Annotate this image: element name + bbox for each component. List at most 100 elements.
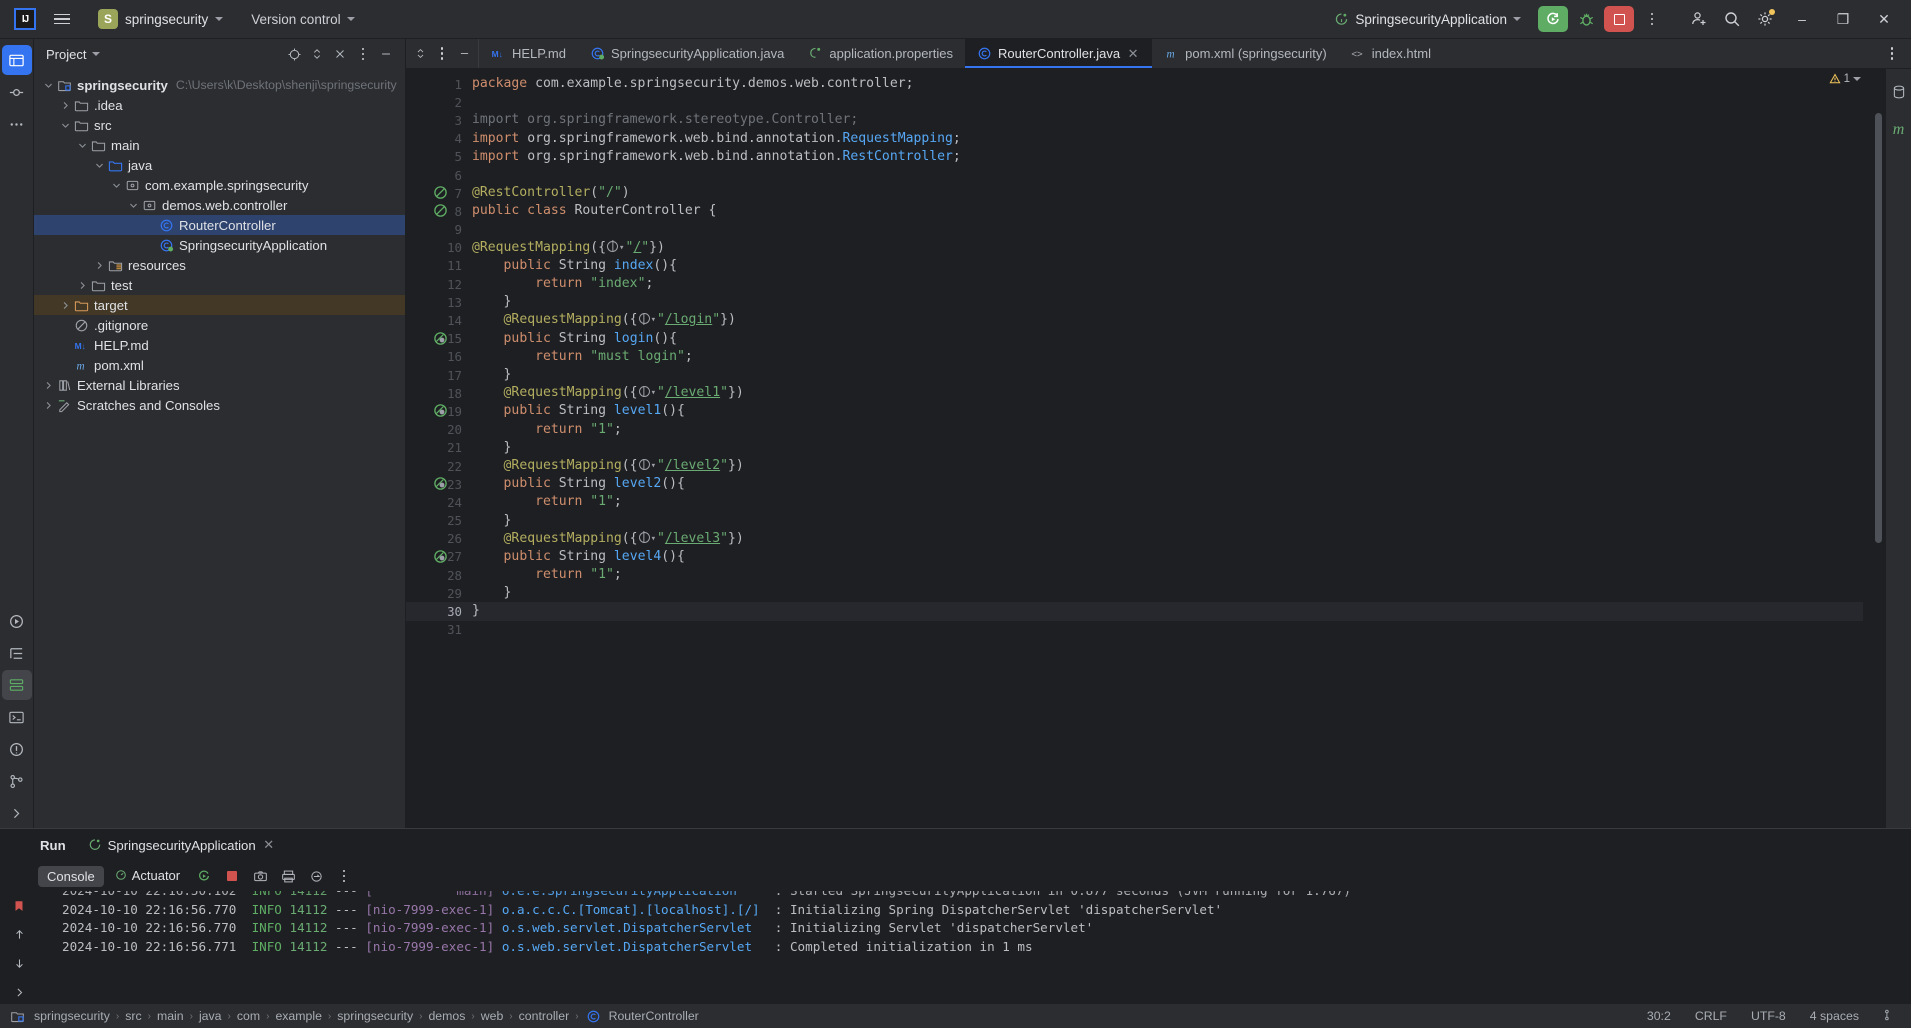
editor-tab-routercontroller-java[interactable]: RouterController.java ✕ — [964, 39, 1153, 68]
gutter-line[interactable]: 4 — [406, 130, 468, 148]
editor-tab-application-properties[interactable]: application.properties — [796, 39, 965, 68]
gutter-line[interactable]: 27 — [406, 548, 468, 566]
breadcrumb-item[interactable]: src — [122, 1008, 144, 1024]
gutter-line[interactable]: 31 — [406, 621, 468, 639]
rerun-button[interactable] — [1538, 6, 1568, 32]
tree-node-pom-xml[interactable]: m pom.xml — [34, 355, 405, 375]
scroll-up-button[interactable] — [7, 924, 31, 945]
breadcrumb-item[interactable]: demos — [425, 1008, 468, 1024]
rail-button-expand[interactable] — [2, 798, 32, 828]
code-line[interactable]: public String level2(){ — [468, 475, 1863, 493]
file-encoding[interactable]: UTF-8 — [1747, 1008, 1790, 1024]
tree-node-scratches-and-consoles[interactable]: Scratches and Consoles — [34, 395, 405, 415]
code-line[interactable]: @RequestMapping({▾"/login"}) — [468, 311, 1863, 329]
chevron-down-icon[interactable] — [127, 195, 140, 215]
code-line[interactable]: } — [468, 512, 1863, 530]
rail-button-notifications[interactable] — [1884, 77, 1911, 107]
tree-node-resources[interactable]: resources — [34, 255, 405, 275]
print-button[interactable] — [275, 864, 301, 888]
rail-button-run[interactable] — [2, 606, 32, 636]
chevron-right-icon[interactable] — [42, 395, 55, 415]
tree-node-external-libraries[interactable]: External Libraries — [34, 375, 405, 395]
code-line[interactable]: @RequestMapping({▾"/level2"}) — [468, 457, 1863, 475]
code-line[interactable]: @RequestMapping({▾"/"}) — [468, 239, 1863, 257]
editor-scroll-strip[interactable]: 1 — [1829, 69, 1885, 828]
close-icon[interactable]: ✕ — [262, 837, 276, 852]
breadcrumb[interactable]: springsecurity › src › main › java › com › example… — [10, 1008, 702, 1024]
tree-node-com-example-springsecurity[interactable]: com.example.springsecurity — [34, 175, 405, 195]
gutter-line[interactable]: 10 — [406, 239, 468, 257]
tree-node-target[interactable]: target — [34, 295, 405, 315]
web-endpoint-icon[interactable] — [433, 331, 448, 346]
bookmark-button[interactable] — [7, 895, 31, 916]
gutter-line[interactable]: 28 — [406, 566, 468, 584]
gutter-line[interactable]: 18 — [406, 384, 468, 402]
gutter-line[interactable]: 6 — [406, 166, 468, 184]
run-configuration-tab[interactable]: SpringsecurityApplication ✕ — [80, 835, 284, 856]
breadcrumb-item[interactable]: com — [234, 1008, 263, 1024]
tree-node-main[interactable]: main — [34, 135, 405, 155]
tree-node-src[interactable]: src — [34, 115, 405, 135]
breadcrumb-item[interactable]: java — [196, 1008, 225, 1024]
code-line[interactable]: @RestController("/") — [468, 184, 1863, 202]
code-line[interactable]: public String login(){ — [468, 330, 1863, 348]
code-line[interactable]: public String level4(){ — [468, 548, 1863, 566]
close-all-button[interactable] — [329, 43, 351, 65]
tab-list-options-button[interactable] — [1881, 43, 1903, 65]
breadcrumb-item[interactable]: springsecurity — [31, 1008, 113, 1024]
chevron-down-icon[interactable] — [59, 115, 72, 135]
editor-vertical-scrollbar[interactable] — [1875, 113, 1882, 543]
request-mapping-globe-icon[interactable]: ▾ — [638, 312, 657, 327]
gutter-line[interactable]: 2 — [406, 93, 468, 111]
code-line[interactable]: import org.springframework.web.bind.anno… — [468, 130, 1863, 148]
chevron-right-icon[interactable] — [93, 255, 106, 275]
breadcrumb-item[interactable]: RouterController — [606, 1008, 702, 1024]
breadcrumb-item[interactable]: controller — [516, 1008, 573, 1024]
rail-button-services[interactable] — [1, 670, 32, 700]
inspection-warning-badge[interactable]: 1 — [1829, 73, 1861, 85]
chevron-down-icon[interactable] — [110, 175, 123, 195]
gutter-line[interactable]: 5 — [406, 148, 468, 166]
gutter-line[interactable]: 24 — [406, 493, 468, 511]
gutter-line[interactable]: 1 — [406, 75, 468, 93]
tree-node-demos-web-controller[interactable]: demos.web.controller — [34, 195, 405, 215]
web-endpoint-icon[interactable] — [433, 476, 448, 491]
version-control-menu[interactable]: Version control — [243, 8, 362, 31]
tree-node-idea[interactable]: .idea — [34, 95, 405, 115]
tab-actuator[interactable]: Actuator — [106, 865, 189, 888]
code-line[interactable]: return "index"; — [468, 275, 1863, 293]
screenshot-button[interactable] — [247, 864, 273, 888]
gutter-line[interactable]: 29 — [406, 584, 468, 602]
breadcrumb-item[interactable]: springsecurity — [334, 1008, 416, 1024]
tree-node-test[interactable]: test — [34, 275, 405, 295]
gutter-line[interactable]: 3 — [406, 111, 468, 129]
stop-button[interactable] — [219, 864, 245, 888]
spring-bean-icon[interactable] — [433, 185, 448, 200]
editor-tab-help-md[interactable]: M↓ HELP.md — [479, 39, 578, 68]
code-line[interactable]: public String level1(){ — [468, 402, 1863, 420]
gutter-line[interactable]: 16 — [406, 348, 468, 366]
expand-console-button[interactable] — [7, 982, 31, 1003]
select-opened-file-button[interactable] — [283, 43, 305, 65]
rail-button-more-tools[interactable] — [2, 109, 32, 139]
tab-console[interactable]: Console — [38, 865, 104, 887]
hide-editor-button[interactable] — [454, 43, 474, 65]
console-output[interactable]: 2024-10-10 22:16:50.102 INFO 14112 --- [… — [0, 891, 1911, 1003]
project-tree[interactable]: springsecurity C:\Users\k\Desktop\shenji\… — [34, 69, 405, 828]
hide-panel-button[interactable] — [375, 43, 397, 65]
indent-setting[interactable]: 4 spaces — [1806, 1008, 1863, 1024]
gutter-line[interactable]: 23 — [406, 475, 468, 493]
tree-node-help-md[interactable]: M↓ HELP.md — [34, 335, 405, 355]
code-line[interactable] — [468, 621, 1863, 639]
gutter-line[interactable]: 17 — [406, 366, 468, 384]
code-line[interactable]: package com.example.springsecurity.demos… — [468, 75, 1863, 93]
gutter-line[interactable]: 19 — [406, 402, 468, 420]
tree-node-java[interactable]: java — [34, 155, 405, 175]
rail-button-problems[interactable] — [2, 734, 32, 764]
code-line[interactable]: @RequestMapping({▾"/level1"}) — [468, 384, 1863, 402]
editor-options-button[interactable] — [432, 43, 452, 65]
code-line[interactable]: import org.springframework.stereotype.Co… — [468, 111, 1863, 129]
code-line[interactable]: @RequestMapping({▾"/level3"}) — [468, 530, 1863, 548]
debug-button[interactable] — [1571, 5, 1601, 33]
expand-collapse-button[interactable] — [410, 43, 430, 65]
